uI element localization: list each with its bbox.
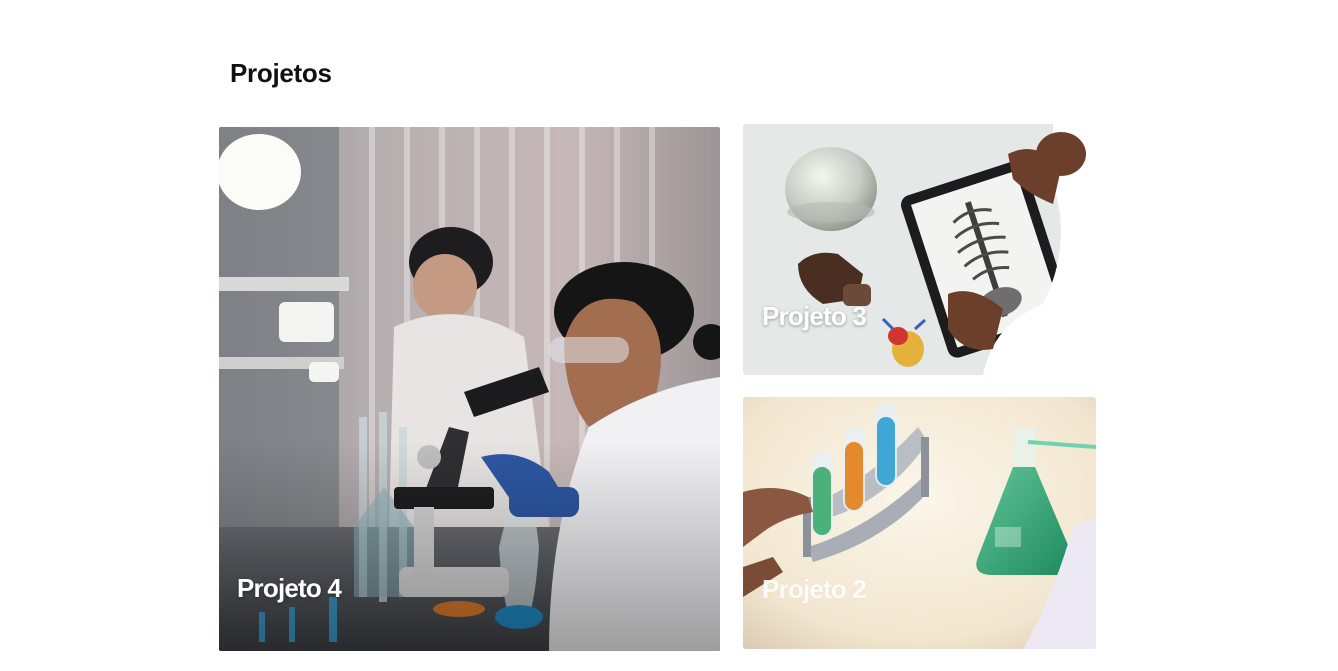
project-card-3[interactable]: Projeto 3 — [743, 124, 1096, 375]
project-card-3-label: Projeto 3 — [762, 301, 867, 331]
project-card-2-label: Projeto 2 — [762, 574, 867, 604]
project-card-2[interactable]: Projeto 2 — [743, 397, 1096, 649]
page: Projetos Projeto 4 Projeto 3 Projeto 2 — [0, 0, 1338, 671]
colored-test-tubes-flask-photo — [743, 397, 1096, 649]
section-title: Projetos — [230, 58, 332, 88]
anatomy-tablet-spine-photo — [743, 124, 1096, 375]
project-card-4[interactable]: Projeto 4 — [219, 127, 720, 651]
project-card-4-label: Projeto 4 — [237, 573, 342, 603]
